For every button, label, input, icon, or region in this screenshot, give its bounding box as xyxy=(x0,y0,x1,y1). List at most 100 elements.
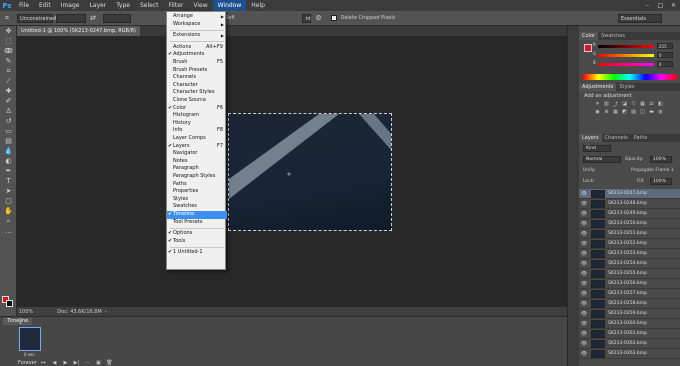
brush-tool-icon[interactable]: ✐ xyxy=(0,96,17,106)
layer-row[interactable]: 👁 SK213-0250.bmp xyxy=(579,219,680,229)
width-field[interactable] xyxy=(56,13,86,23)
exposure-icon[interactable]: ◪ xyxy=(620,100,629,108)
window-menu-item-tool-presets[interactable]: Tool Presets xyxy=(167,219,227,227)
menu-type[interactable]: Type xyxy=(111,0,135,11)
next-frame-icon[interactable]: ▶| xyxy=(72,360,81,366)
visibility-eye-icon[interactable]: 👁 xyxy=(579,211,589,217)
menu-window[interactable]: Window xyxy=(212,0,247,11)
timeline-frame[interactable] xyxy=(19,327,41,351)
delete-cropped-checkbox[interactable] xyxy=(331,15,338,21)
background-color-swatch[interactable] xyxy=(6,300,13,307)
red-value[interactable]: 255 xyxy=(657,43,673,49)
hue-saturation-icon[interactable]: ▦ xyxy=(638,100,647,108)
layer-row[interactable]: 👁 SK213-0256.bmp xyxy=(579,279,680,289)
document-tab[interactable]: Untitled-1 @ 100% (SK213-0247.bmp, RGB/8… xyxy=(17,26,140,44)
window-menu-item-character[interactable]: Character xyxy=(167,82,227,90)
menu-view[interactable]: View xyxy=(188,0,212,11)
menu-select[interactable]: Select xyxy=(135,0,164,11)
tab-color[interactable]: Color xyxy=(579,32,599,40)
selective-color-icon[interactable]: ◍ xyxy=(656,108,665,116)
tab-swatches[interactable]: Swatches xyxy=(598,32,628,40)
brightness-icon[interactable]: ☀ xyxy=(593,100,602,108)
hand-tool-icon[interactable]: ✋ xyxy=(0,206,17,216)
menu-help[interactable]: Help xyxy=(246,0,270,11)
tab-adjustments[interactable]: Adjustments xyxy=(579,83,617,91)
gradient-tool-icon[interactable]: ▤ xyxy=(0,136,17,146)
window-menu-item-channels[interactable]: Channels xyxy=(167,74,227,82)
dodge-tool-icon[interactable]: ◐ xyxy=(0,156,17,166)
gradient-map-icon[interactable]: ▬ xyxy=(647,108,656,116)
red-slider[interactable] xyxy=(598,45,654,48)
swap-icon[interactable]: ⇄ xyxy=(86,12,100,25)
window-menu-item-1-untitled-1[interactable]: ✔ 1 Untitled-1 xyxy=(167,249,227,257)
visibility-eye-icon[interactable]: 👁 xyxy=(579,331,589,337)
window-menu-item-tools[interactable]: ✔ Tools xyxy=(167,238,227,246)
window-menu-item-history[interactable]: History xyxy=(167,120,227,128)
duplicate-frame-icon[interactable]: ▣ xyxy=(94,360,103,366)
layer-row[interactable]: 👁 SK213-0259.bmp xyxy=(579,309,680,319)
visibility-eye-icon[interactable]: 👁 xyxy=(579,301,589,307)
close-icon[interactable]: ✕ xyxy=(667,0,680,11)
window-menu-item-paths[interactable]: Paths xyxy=(167,181,227,189)
blend-mode-select[interactable]: Normal xyxy=(583,156,621,163)
window-menu-item-brush-presets[interactable]: Brush Presets xyxy=(167,67,227,75)
visibility-eye-icon[interactable]: 👁 xyxy=(579,231,589,237)
visibility-eye-icon[interactable]: 👁 xyxy=(579,281,589,287)
layer-row[interactable]: 👁 SK213-0247.bmp xyxy=(579,189,680,199)
crop-tool-icon[interactable]: ⌗ xyxy=(0,12,14,25)
zoom-tool-icon[interactable]: ⌕ xyxy=(0,216,17,226)
move-tool-icon[interactable]: ✥ xyxy=(0,26,17,36)
color-foreground-swatch[interactable] xyxy=(584,44,592,52)
layer-row[interactable]: 👁 SK213-0252.bmp xyxy=(579,239,680,249)
layer-row[interactable]: 👁 SK213-0251.bmp xyxy=(579,229,680,239)
layer-row[interactable]: 👁 SK213-0255.bmp xyxy=(579,269,680,279)
canvas-image[interactable] xyxy=(228,113,392,231)
visibility-eye-icon[interactable]: 👁 xyxy=(579,241,589,247)
layer-filter-select[interactable]: Kind xyxy=(583,145,611,152)
blue-slider[interactable] xyxy=(598,63,654,66)
levels-icon[interactable]: ▥ xyxy=(602,100,611,108)
fill-field[interactable]: 100% xyxy=(650,178,672,185)
posterize-icon[interactable]: ▨ xyxy=(629,108,638,116)
photo-filter-icon[interactable]: ◉ xyxy=(593,108,602,116)
type-tool-icon[interactable]: T xyxy=(0,176,17,186)
window-menu-item-histogram[interactable]: Histogram xyxy=(167,112,227,120)
window-menu-item-arrange[interactable]: Arrange ▶ xyxy=(167,13,227,21)
color-spectrum[interactable] xyxy=(583,74,677,80)
window-menu-item-notes[interactable]: Notes xyxy=(167,158,227,166)
visibility-eye-icon[interactable]: 👁 xyxy=(579,341,589,347)
menu-file[interactable]: File xyxy=(14,0,34,11)
window-menu-item-navigator[interactable]: Navigator xyxy=(167,150,227,158)
workspace-select[interactable]: Essentials xyxy=(618,14,662,23)
window-menu-item-brush[interactable]: Brush F5 xyxy=(167,59,227,67)
layer-row[interactable]: 👁 SK213-0263.bmp xyxy=(579,349,680,359)
crop-ratio-select[interactable]: Unconstrained xyxy=(17,13,56,23)
visibility-eye-icon[interactable]: 👁 xyxy=(579,191,589,197)
window-menu-item-properties[interactable]: Properties xyxy=(167,188,227,196)
menu-edit[interactable]: Edit xyxy=(34,0,56,11)
window-menu-item-paragraph[interactable]: Paragraph xyxy=(167,165,227,173)
layer-row[interactable]: 👁 SK213-0249.bmp xyxy=(579,209,680,219)
green-value[interactable]: 0 xyxy=(657,52,673,58)
window-menu-item-layers[interactable]: ✔ Layers F7 xyxy=(167,143,227,151)
green-slider[interactable] xyxy=(598,54,654,57)
visibility-eye-icon[interactable]: 👁 xyxy=(579,261,589,267)
vibrance-icon[interactable]: ▽ xyxy=(629,100,638,108)
window-menu-item-actions[interactable]: Actions Alt+F9 xyxy=(167,44,227,52)
timeline-tab[interactable]: Timeline xyxy=(3,318,33,325)
menu-filter[interactable]: Filter xyxy=(164,0,189,11)
window-menu-item-extensions[interactable]: Extensions ▶ xyxy=(167,32,227,40)
visibility-eye-icon[interactable]: 👁 xyxy=(579,271,589,277)
frame-delay[interactable]: 0 sec. xyxy=(24,352,36,357)
window-menu-item-styles[interactable]: Styles xyxy=(167,196,227,204)
window-menu-item-layer-comps[interactable]: Layer Comps xyxy=(167,135,227,143)
layer-row[interactable]: 👁 SK213-0258.bmp xyxy=(579,299,680,309)
minimize-icon[interactable]: – xyxy=(641,0,654,11)
menu-image[interactable]: Image xyxy=(56,0,85,11)
healing-tool-icon[interactable]: ✚ xyxy=(0,86,17,96)
window-menu-item-info[interactable]: Info F8 xyxy=(167,127,227,135)
view-select[interactable]: nt xyxy=(302,13,312,23)
layer-row[interactable]: 👁 SK213-0262.bmp xyxy=(579,339,680,349)
pen-tool-icon[interactable]: ✒ xyxy=(0,166,17,176)
shape-tool-icon[interactable]: ▢ xyxy=(0,196,17,206)
